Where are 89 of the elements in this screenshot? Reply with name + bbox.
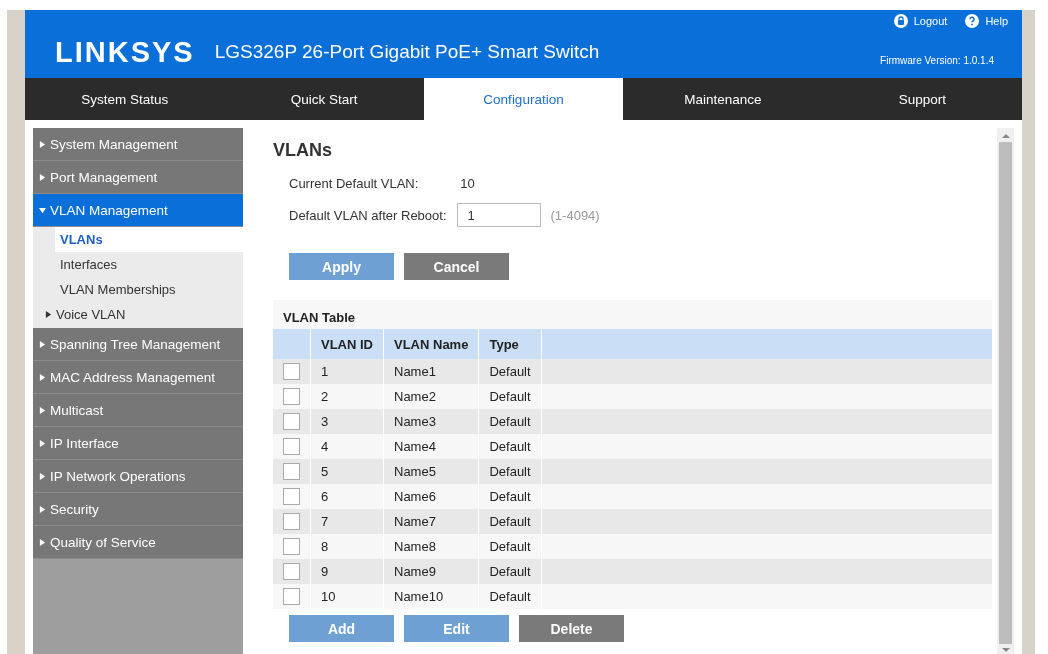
table-cell: Default [478, 434, 542, 459]
sidebar-item[interactable]: MAC Address Management [33, 361, 243, 394]
sidebar-item[interactable]: Multicast [33, 394, 243, 427]
table-cell: Name1 [383, 359, 479, 384]
sidebar-item[interactable]: Quality of Service [33, 526, 243, 559]
table-cell: Default [478, 459, 542, 484]
range-hint: (1-4094) [550, 207, 600, 223]
table-cell: 2 [310, 384, 384, 409]
table-cell: Name2 [383, 384, 479, 409]
row-checkbox[interactable] [283, 563, 300, 580]
table-cell: Default [478, 384, 542, 409]
table-title: VLAN Table [282, 309, 356, 327]
row-checkbox[interactable] [283, 388, 300, 405]
sidebar-item[interactable]: IP Network Operations [33, 460, 243, 493]
table-cell: 4 [310, 434, 384, 459]
field-value: 10 [460, 176, 475, 191]
column-header: VLAN Name [383, 329, 479, 359]
product-title: LGS326P 26-Port Gigabit PoE+ Smart Switch [214, 41, 600, 63]
firmware-version: Firmware Version: 1.0.1.4 [880, 55, 994, 66]
row-checkbox[interactable] [283, 413, 300, 430]
caret-icon [45, 311, 52, 318]
edit-button[interactable]: Edit [404, 615, 509, 642]
table-cell: Default [478, 484, 542, 509]
sidebar-item[interactable]: Port Management [33, 161, 243, 194]
caret-icon [39, 439, 46, 447]
row-checkbox[interactable] [283, 363, 300, 380]
caret-icon [39, 373, 46, 381]
sidebar-item[interactable]: IP Interface [33, 427, 243, 460]
table-cell: 5 [310, 459, 384, 484]
help-link[interactable]: Help [965, 14, 1008, 28]
help-icon [965, 14, 980, 28]
table-cell: 10 [310, 584, 384, 609]
cancel-button[interactable]: Cancel [404, 253, 509, 280]
nav-tab[interactable]: Configuration [423, 78, 624, 120]
caret-icon [39, 406, 46, 414]
caret-icon [39, 340, 46, 348]
delete-button[interactable]: Delete [519, 615, 624, 642]
scrollbar[interactable] [997, 128, 1014, 654]
row-checkbox[interactable] [283, 588, 300, 605]
sidebar-subitem[interactable]: VLAN Memberships [55, 277, 243, 302]
page-title: VLANs [273, 140, 333, 161]
table-cell: Default [478, 509, 542, 534]
field-label: Default VLAN after Reboot: [289, 207, 447, 223]
table-cell: Default [478, 534, 542, 559]
row-checkbox[interactable] [283, 438, 300, 455]
table-cell: Name6 [383, 484, 479, 509]
caret-icon [39, 206, 46, 214]
table-cell: Name3 [383, 409, 479, 434]
table-cell: Name5 [383, 459, 479, 484]
column-header: Type [478, 329, 542, 359]
sidebar-item[interactable]: Security [33, 493, 243, 526]
sidebar-subitem[interactable]: Interfaces [55, 252, 243, 277]
lock-icon [893, 14, 908, 28]
add-button[interactable]: Add [289, 615, 394, 642]
row-checkbox[interactable] [283, 513, 300, 530]
logo: LINKSYS [55, 35, 195, 69]
caret-icon [39, 472, 46, 480]
table-cell: 9 [310, 559, 384, 584]
caret-icon [39, 140, 46, 148]
apply-button[interactable]: Apply [289, 253, 394, 280]
input-field[interactable]: 1 [456, 203, 541, 227]
sidebar-item[interactable]: System Management [33, 128, 243, 161]
row-checkbox[interactable] [283, 538, 300, 555]
sidebar-subitem[interactable]: VLANs [55, 227, 243, 252]
table-cell: Default [478, 559, 542, 584]
table-cell: Name8 [383, 534, 479, 559]
table-cell: Name7 [383, 509, 479, 534]
table-cell: 1 [310, 359, 384, 384]
table-cell: Default [478, 359, 542, 384]
table-cell: Name10 [383, 584, 479, 609]
table-cell: 8 [310, 534, 384, 559]
column-header: VLAN ID [310, 329, 384, 359]
sidebar-subitem[interactable]: Voice VLAN [43, 302, 243, 327]
logout-link[interactable]: Logout [893, 14, 948, 28]
caret-icon [39, 173, 46, 181]
row-checkbox[interactable] [283, 488, 300, 505]
table-cell: 3 [310, 409, 384, 434]
table-cell: 6 [310, 484, 384, 509]
caret-icon [39, 505, 46, 513]
table-cell: Name9 [383, 559, 479, 584]
row-checkbox[interactable] [283, 463, 300, 480]
sidebar-item[interactable]: Spanning Tree Management [33, 328, 243, 361]
table-cell: Default [478, 584, 542, 609]
sidebar-item[interactable]: VLAN Management [33, 194, 243, 227]
table-cell: Name4 [383, 434, 479, 459]
table-cell: Default [478, 409, 542, 434]
table-cell: 7 [310, 509, 384, 534]
caret-icon [39, 538, 46, 546]
field-label: Current Default VLAN: [289, 176, 419, 191]
